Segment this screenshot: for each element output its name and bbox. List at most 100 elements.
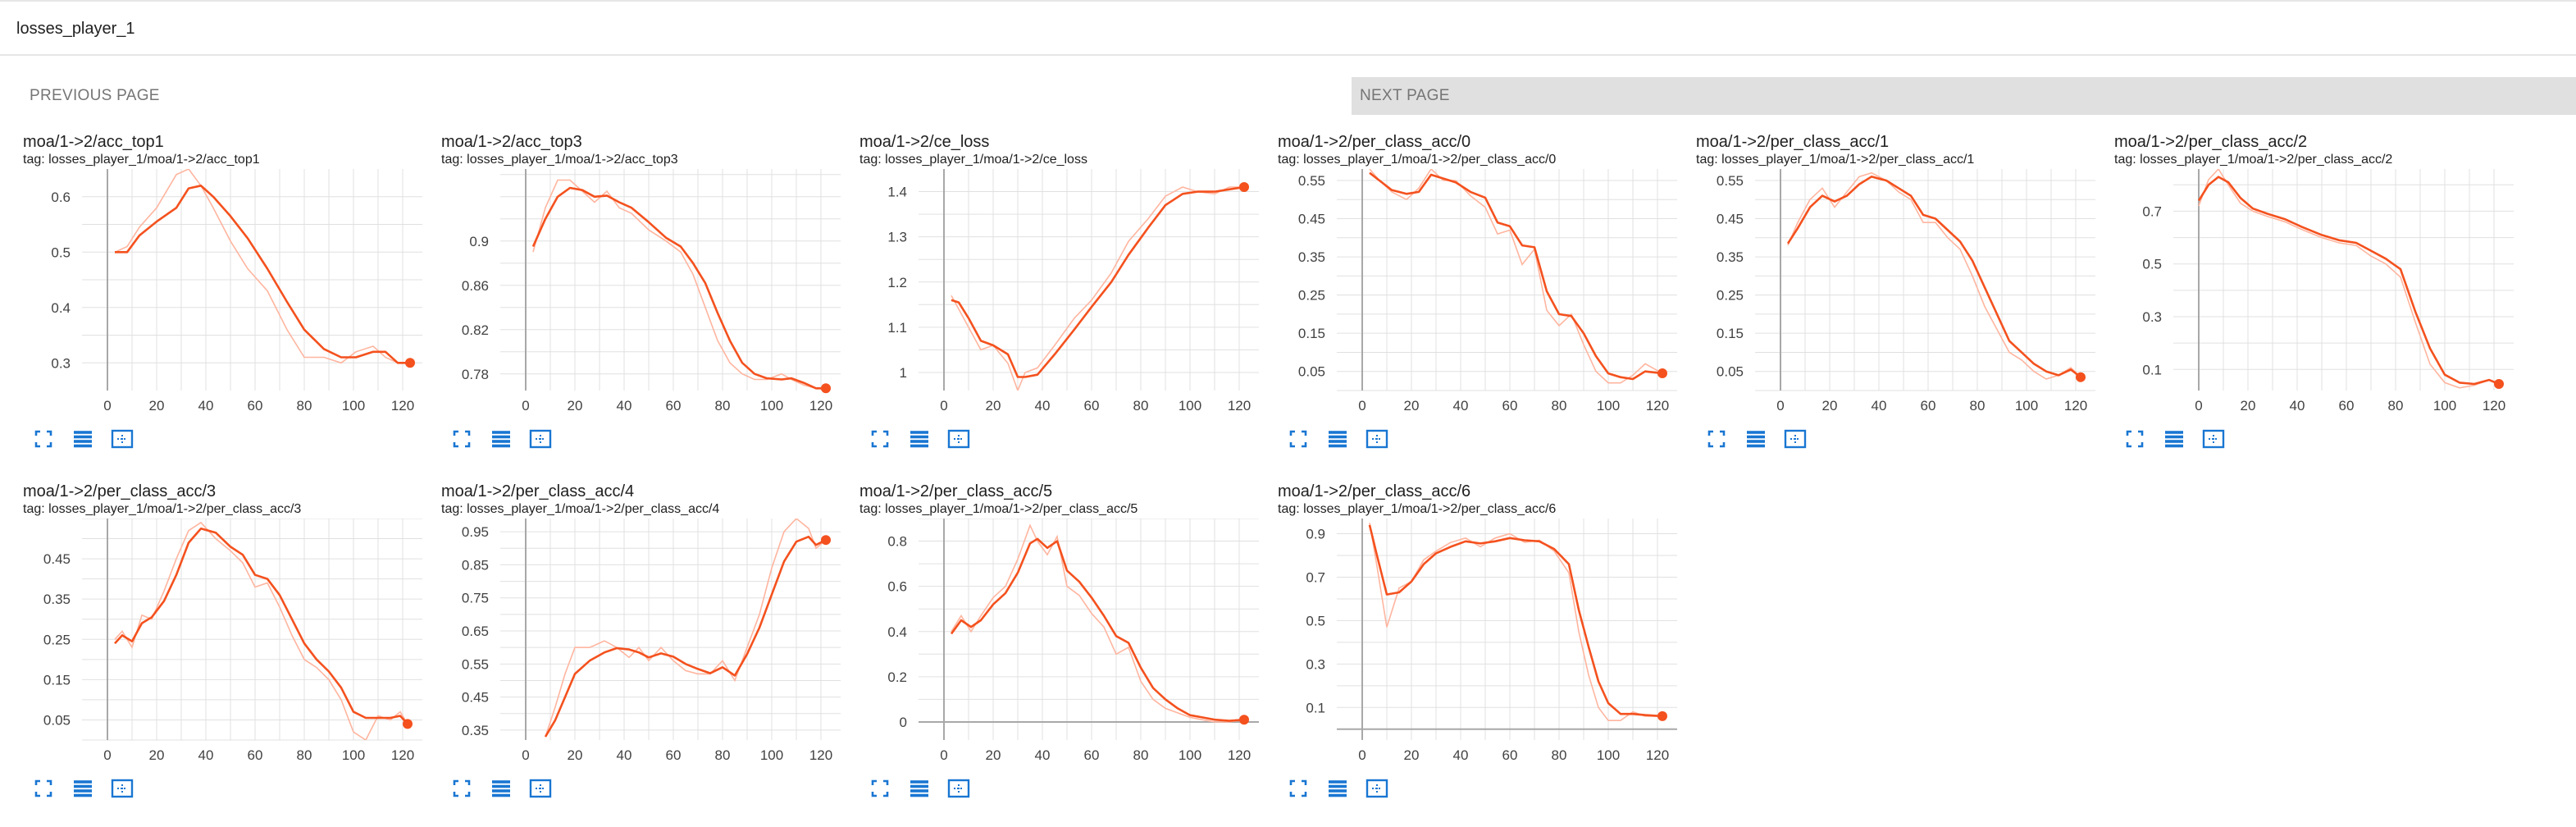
x-tick-label: 100 bbox=[1597, 747, 1620, 763]
chart-title: moa/1->2/ce_loss bbox=[859, 133, 990, 151]
x-tick-label: 100 bbox=[1597, 398, 1620, 414]
x-tick-label: 20 bbox=[986, 398, 1001, 414]
x-tick-label: 40 bbox=[1035, 747, 1051, 763]
last-point-marker bbox=[403, 719, 413, 729]
line-chart[interactable]: 0 20 40 60 80 100 120 0.3 0.4 0.5 0.6 bbox=[16, 169, 426, 415]
line-chart[interactable]: 0 20 40 60 80 100 120 0.05 0.15 0.25 0.35 0.45 0.55 bbox=[1689, 169, 2100, 415]
fullscreen-icon[interactable] bbox=[449, 776, 474, 801]
x-tick-label: 20 bbox=[1404, 747, 1420, 763]
x-tick-label: 120 bbox=[809, 747, 832, 763]
y-tick-label: 0.5 bbox=[51, 244, 71, 260]
fit-domain-icon[interactable] bbox=[528, 776, 553, 801]
fullscreen-icon[interactable] bbox=[868, 776, 892, 801]
fit-domain-icon[interactable] bbox=[1365, 427, 1389, 451]
x-tick-label: 20 bbox=[2241, 398, 2256, 414]
chart-tag: tag: losses_player_1/moa/1->2/per_class_… bbox=[859, 502, 1138, 516]
x-tick-label: 120 bbox=[391, 398, 414, 414]
y-tick-label: 0.65 bbox=[462, 624, 489, 639]
y-tick-label: 0.9 bbox=[1306, 527, 1325, 542]
line-chart[interactable]: 0 20 40 60 80 100 120 0.35 0.45 0.55 0.65 0.75 0.85 0… bbox=[435, 519, 845, 765]
data-list-icon[interactable] bbox=[489, 776, 513, 801]
fit-domain-icon[interactable] bbox=[1783, 427, 1808, 451]
line-chart[interactable]: 0 20 40 60 80 100 120 0.05 0.15 0.25 0.35 0.45 0.55 bbox=[1271, 169, 1681, 415]
data-list-icon[interactable] bbox=[489, 427, 513, 451]
series-smoothed-line bbox=[950, 537, 1245, 722]
data-list-icon[interactable] bbox=[907, 427, 932, 451]
x-tick-label: 80 bbox=[715, 747, 731, 763]
data-list-icon[interactable] bbox=[1744, 427, 1768, 451]
x-tick-label: 40 bbox=[1453, 398, 1469, 414]
chart-tag: tag: losses_player_1/moa/1->2/acc_top3 bbox=[441, 153, 678, 167]
y-tick-label: 0.35 bbox=[1298, 249, 1325, 265]
series-raw-line bbox=[545, 519, 827, 738]
chart-card: moa/1->2/per_class_acc/6 tag: losses_play… bbox=[1271, 482, 1681, 827]
line-chart[interactable]: 0 20 40 60 80 100 120 0.1 0.3 0.5 0.7 bbox=[2108, 169, 2518, 415]
fullscreen-icon[interactable] bbox=[31, 776, 56, 801]
x-tick-label: 120 bbox=[809, 398, 832, 414]
y-tick-label: 0.7 bbox=[2142, 203, 2162, 219]
chart-title: moa/1->2/acc_top3 bbox=[441, 133, 582, 151]
line-chart[interactable]: 0 20 40 60 80 100 120 0.05 0.15 0.25 0.35 0.45 bbox=[16, 519, 426, 765]
series-smoothed-line bbox=[531, 186, 826, 390]
x-tick-label: 20 bbox=[149, 747, 165, 763]
chart-card: moa/1->2/ce_loss tag: losses_player_1/moa… bbox=[853, 133, 1263, 477]
fit-domain-icon[interactable] bbox=[1365, 776, 1389, 801]
run-group-title: losses_player_1 bbox=[16, 20, 135, 38]
series-raw-line bbox=[951, 523, 1245, 723]
y-tick-label: 0.45 bbox=[462, 690, 489, 706]
header-bar: losses_player_1 bbox=[0, 0, 2576, 56]
x-tick-label: 0 bbox=[940, 747, 947, 763]
fit-domain-icon[interactable] bbox=[110, 427, 134, 451]
x-tick-label: 100 bbox=[1179, 747, 1201, 763]
x-tick-label: 60 bbox=[1502, 398, 1518, 414]
line-chart[interactable]: 0 20 40 60 80 100 120 0 0.2 0.4 0.6 0.8 bbox=[853, 519, 1263, 765]
x-tick-label: 120 bbox=[1646, 398, 1669, 414]
y-tick-label: 0.4 bbox=[887, 624, 907, 640]
y-tick-label: 0.05 bbox=[43, 712, 71, 728]
x-tick-label: 60 bbox=[666, 747, 682, 763]
fullscreen-icon[interactable] bbox=[2122, 427, 2147, 451]
y-tick-label: 0.85 bbox=[462, 557, 489, 573]
chart-tag: tag: losses_player_1/moa/1->2/acc_top1 bbox=[23, 153, 260, 167]
x-tick-label: 60 bbox=[1502, 747, 1518, 763]
fullscreen-icon[interactable] bbox=[868, 427, 892, 451]
fullscreen-icon[interactable] bbox=[1704, 427, 1729, 451]
y-tick-label: 0.82 bbox=[462, 322, 489, 338]
previous-page-button[interactable]: PREVIOUS PAGE bbox=[16, 77, 173, 115]
data-list-icon[interactable] bbox=[71, 427, 95, 451]
line-chart[interactable]: 0 20 40 60 80 100 120 0.78 0.82 0.86 0.9 bbox=[435, 169, 845, 415]
data-list-icon[interactable] bbox=[907, 776, 932, 801]
y-tick-label: 0.35 bbox=[43, 592, 71, 607]
fullscreen-icon[interactable] bbox=[449, 427, 474, 451]
y-tick-label: 0.45 bbox=[43, 551, 71, 567]
line-chart[interactable]: 0 20 40 60 80 100 120 0.1 0.3 0.5 0.7 0.9 bbox=[1271, 519, 1681, 765]
series-smoothed-line bbox=[1786, 176, 2081, 378]
y-tick-label: 0.45 bbox=[1717, 212, 1744, 227]
x-tick-label: 80 bbox=[2388, 398, 2404, 414]
chart-tag: tag: losses_player_1/moa/1->2/per_class_… bbox=[441, 502, 720, 516]
line-chart[interactable]: 0 20 40 60 80 100 120 1 1.1 1.2 1.3 1.4 bbox=[853, 169, 1263, 415]
fit-domain-icon[interactable] bbox=[946, 776, 971, 801]
fit-domain-icon[interactable] bbox=[946, 427, 971, 451]
next-page-button[interactable]: NEXT PAGE bbox=[1352, 77, 2576, 115]
series-raw-line bbox=[532, 179, 826, 390]
x-tick-label: 20 bbox=[149, 398, 165, 414]
fullscreen-icon[interactable] bbox=[1286, 776, 1311, 801]
last-point-marker bbox=[1657, 710, 1667, 721]
data-list-icon[interactable] bbox=[71, 776, 95, 801]
x-tick-label: 100 bbox=[2015, 398, 2038, 414]
fullscreen-icon[interactable] bbox=[1286, 427, 1311, 451]
fullscreen-icon[interactable] bbox=[31, 427, 56, 451]
data-list-icon[interactable] bbox=[1325, 427, 1350, 451]
fit-domain-icon[interactable] bbox=[2201, 427, 2226, 451]
x-tick-label: 40 bbox=[617, 747, 632, 763]
y-tick-label: 1.1 bbox=[887, 320, 907, 336]
data-list-icon[interactable] bbox=[2162, 427, 2186, 451]
x-tick-label: 80 bbox=[1552, 398, 1567, 414]
chart-card: moa/1->2/per_class_acc/3 tag: losses_play… bbox=[16, 482, 426, 827]
chart-tag: tag: losses_player_1/moa/1->2/per_class_… bbox=[2114, 153, 2393, 167]
data-list-icon[interactable] bbox=[1325, 776, 1350, 801]
fit-domain-icon[interactable] bbox=[110, 776, 134, 801]
y-tick-label: 0.35 bbox=[1717, 249, 1744, 265]
fit-domain-icon[interactable] bbox=[528, 427, 553, 451]
